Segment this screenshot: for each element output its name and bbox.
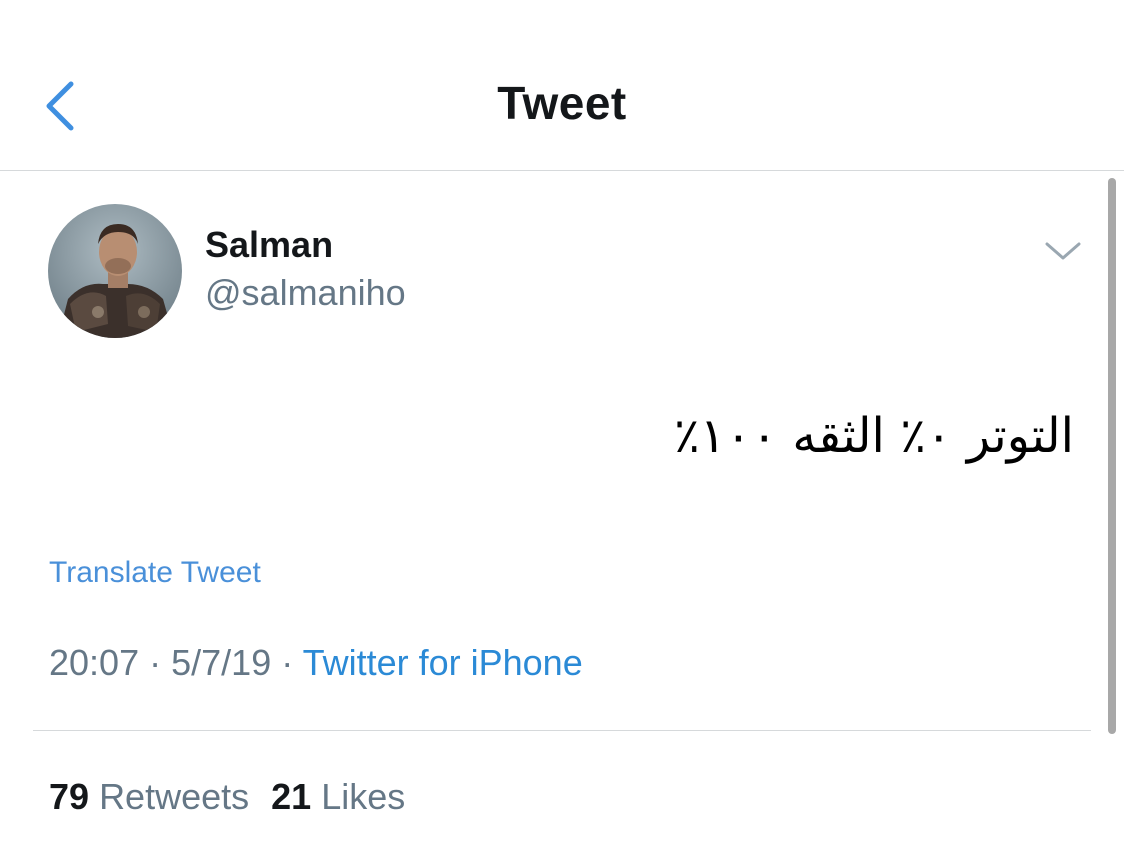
divider <box>33 730 1091 731</box>
tweet-meta: 20:07 · 5/7/19 · Twitter for iPhone <box>49 642 583 684</box>
author-handle[interactable]: @salmaniho <box>205 272 406 314</box>
more-options-button[interactable] <box>1042 234 1084 268</box>
likes-label: Likes <box>321 776 406 817</box>
avatar[interactable] <box>48 204 182 338</box>
meta-separator: · <box>149 642 162 683</box>
tweet-source-link[interactable]: Twitter for iPhone <box>303 642 583 683</box>
tweet-date: 5/7/19 <box>171 642 272 683</box>
likes-count: 21 <box>271 776 312 817</box>
author-name[interactable]: Salman <box>205 224 333 266</box>
tweet-text: التوتر ٠٪ الثقه ١٠٠٪ <box>673 408 1074 464</box>
likes-stat[interactable]: 21 Likes <box>271 776 405 817</box>
retweets-stat[interactable]: 79 Retweets <box>49 776 249 817</box>
retweets-label: Retweets <box>99 776 250 817</box>
translate-tweet-link[interactable]: Translate Tweet <box>49 556 261 590</box>
scrollbar[interactable] <box>1108 178 1116 734</box>
chevron-down-icon <box>1045 242 1081 260</box>
meta-separator: · <box>281 642 294 683</box>
nav-header: Tweet <box>0 0 1124 171</box>
retweets-count: 79 <box>49 776 90 817</box>
page-title: Tweet <box>497 77 627 129</box>
tweet-time: 20:07 <box>49 642 140 683</box>
tweet-stats: 79 Retweets 21 Likes <box>49 776 405 818</box>
